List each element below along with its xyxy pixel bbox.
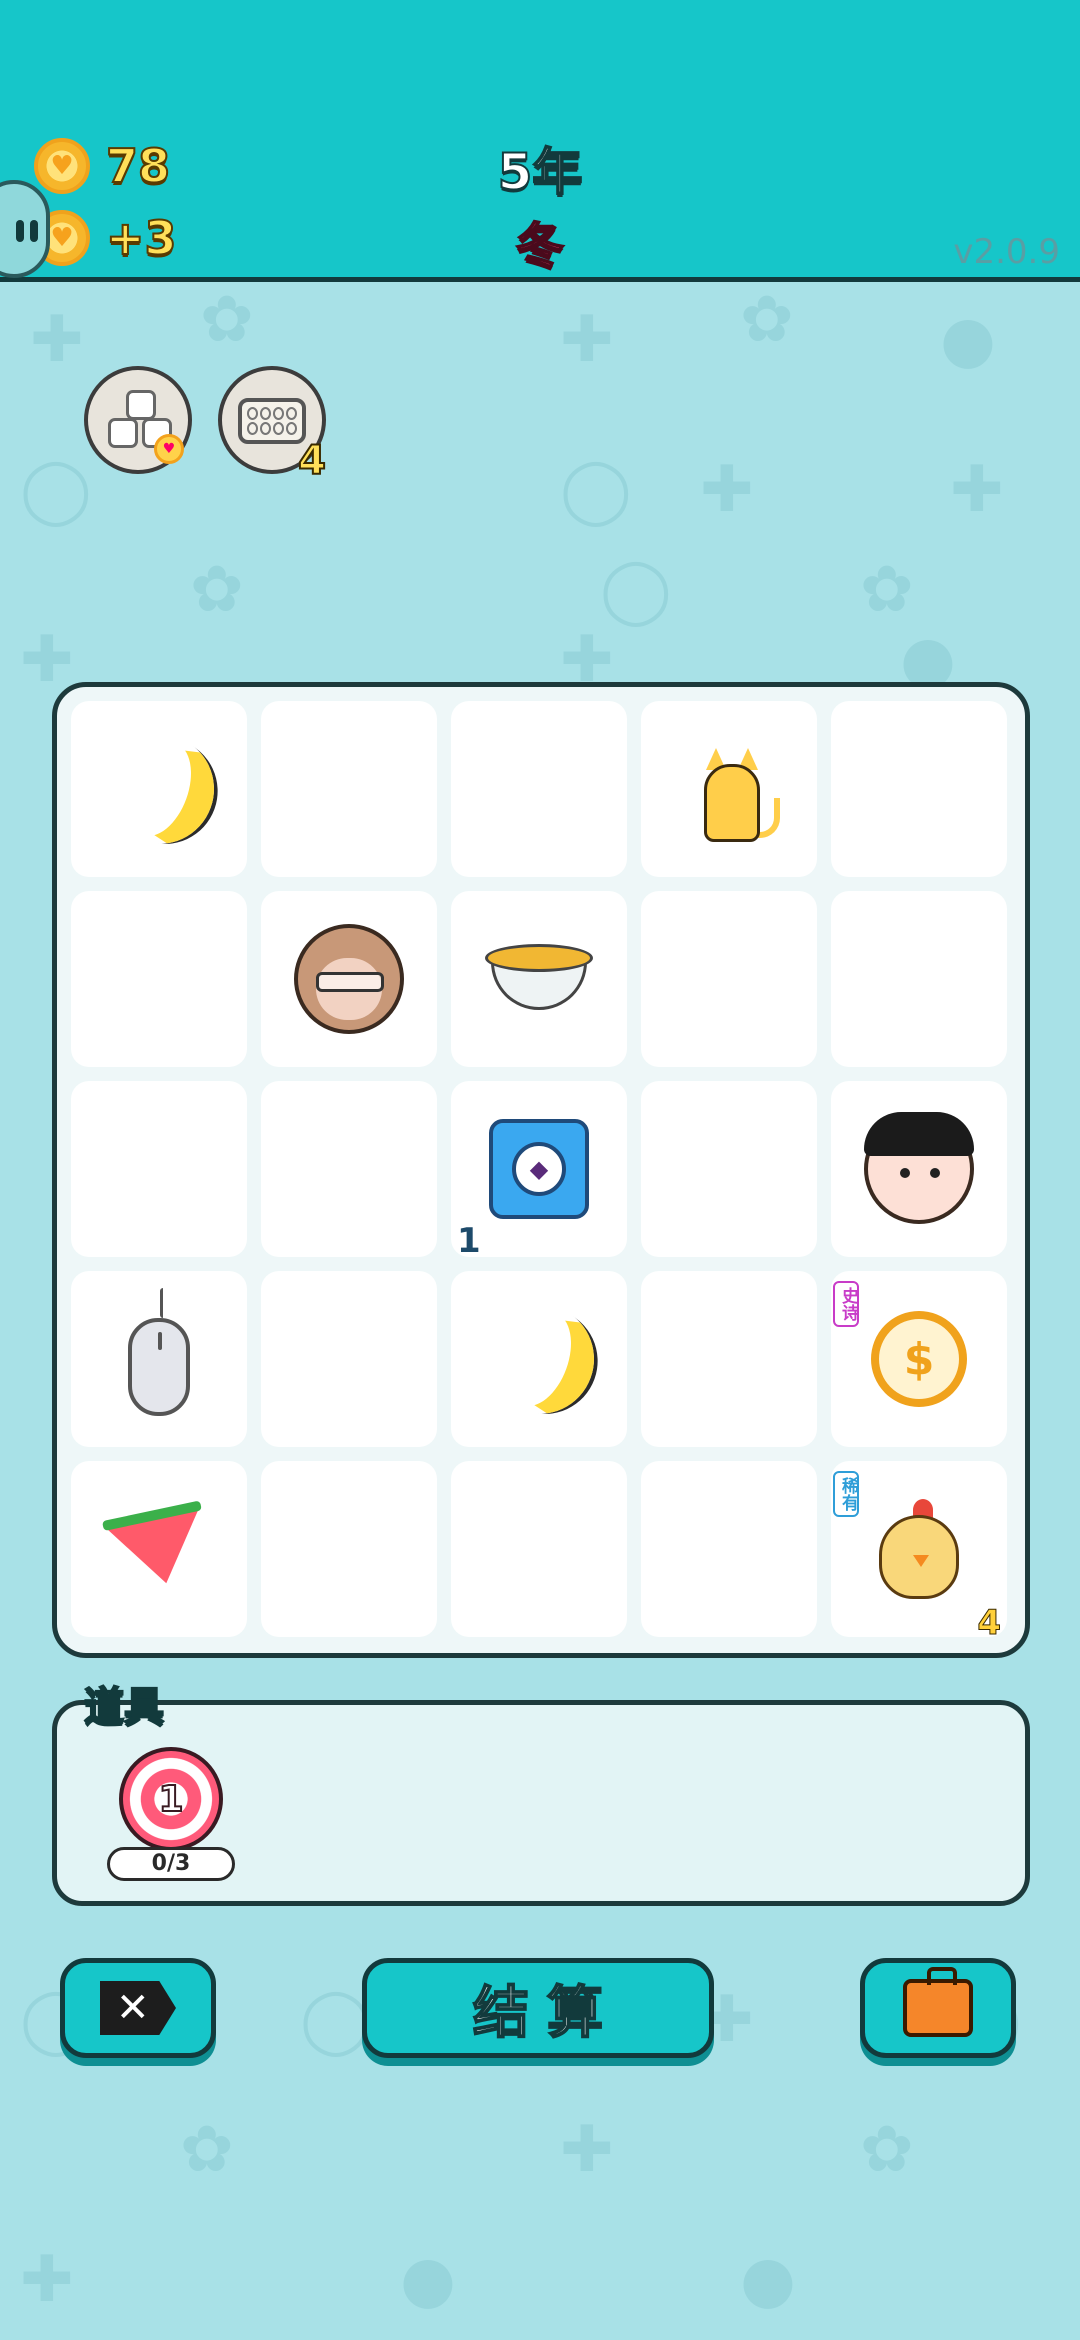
grid-cell[interactable]	[261, 1461, 437, 1637]
epic-tag: 史诗	[833, 1281, 859, 1327]
briefcase-icon	[903, 1967, 973, 2037]
grid-cell[interactable]	[261, 1271, 437, 1447]
props-panel: 1 0/3	[52, 1700, 1030, 1906]
grid-cell[interactable]	[71, 1081, 247, 1257]
timer-card-icon: ◆	[489, 1119, 589, 1219]
item-count: 1	[457, 1221, 481, 1261]
box-icon	[108, 418, 138, 448]
grid-cell[interactable]	[641, 1271, 817, 1447]
target-value: 1	[157, 1778, 184, 1821]
rare-tag: 稀有	[833, 1471, 859, 1517]
grid-cell[interactable]	[71, 891, 247, 1067]
heart-icon: ♥	[154, 434, 184, 464]
settle-button[interactable]: 结算	[362, 1958, 714, 2058]
coin-icon: $	[871, 1311, 967, 1407]
grid-cell[interactable]	[451, 1271, 627, 1447]
grid-cell[interactable]	[451, 891, 627, 1067]
box-icon	[126, 390, 156, 420]
computer-mouse-icon	[128, 1288, 190, 1416]
human-face-icon	[864, 1112, 974, 1224]
egg-tray-button[interactable]: 4	[218, 366, 327, 485]
item-grid-panel: ◆ 1 史诗 $ 稀有 4	[52, 682, 1030, 1658]
monkey-icon	[294, 924, 404, 1034]
backpack-button[interactable]	[860, 1958, 1016, 2058]
egg-tray-icon	[238, 398, 306, 444]
grid-cell[interactable]: ◆ 1	[451, 1081, 627, 1261]
banana-icon	[88, 718, 230, 860]
grid-cell[interactable]: 史诗 $	[831, 1271, 1007, 1447]
target-icon[interactable]: 1	[119, 1747, 223, 1851]
watermelon-icon	[102, 1504, 216, 1594]
grid-cell[interactable]	[641, 701, 817, 877]
grid-cell[interactable]	[451, 1461, 627, 1637]
grid-cell[interactable]	[641, 891, 817, 1067]
season-label: 冬	[515, 217, 565, 275]
target-progress: 0/3	[107, 1847, 235, 1881]
grid-cell[interactable]	[451, 701, 627, 877]
props-title: 道具	[83, 1683, 165, 1731]
grid-cell[interactable]	[71, 701, 247, 877]
grid-cell[interactable]	[71, 1461, 247, 1637]
grid-cell[interactable]	[831, 701, 1007, 877]
settle-label: 结算	[472, 1980, 621, 2047]
version-label: v2.0.9	[953, 232, 1060, 272]
grid-cell[interactable]	[641, 1081, 817, 1257]
item-grid: ◆ 1 史诗 $ 稀有 4	[71, 701, 1007, 1644]
grid-cell[interactable]	[831, 1081, 1007, 1257]
grid-cell[interactable]	[261, 891, 437, 1067]
grid-cell[interactable]	[831, 891, 1007, 1067]
close-icon: ✕	[100, 1981, 176, 2035]
grid-cell[interactable]	[641, 1461, 817, 1637]
banana-icon	[468, 1288, 610, 1430]
year-label: 5年	[497, 142, 584, 202]
grid-cell[interactable]	[261, 701, 437, 877]
close-button[interactable]: ✕	[60, 1958, 216, 2058]
item-count: 4	[977, 1603, 1002, 1644]
grid-cell[interactable]	[71, 1271, 247, 1447]
egg-tray-count: 4	[297, 437, 327, 485]
soup-bowl-icon	[485, 944, 593, 1014]
cat-icon	[684, 734, 780, 844]
inventory-boxes-button[interactable]: ♥	[84, 366, 192, 474]
grid-cell[interactable]	[261, 1081, 437, 1257]
grid-cell[interactable]: 稀有 4	[831, 1461, 1007, 1644]
chick-icon	[871, 1499, 967, 1599]
top-header: ♥ 78 ♥ +3 5年 冬 v2.0.9	[0, 0, 1080, 282]
